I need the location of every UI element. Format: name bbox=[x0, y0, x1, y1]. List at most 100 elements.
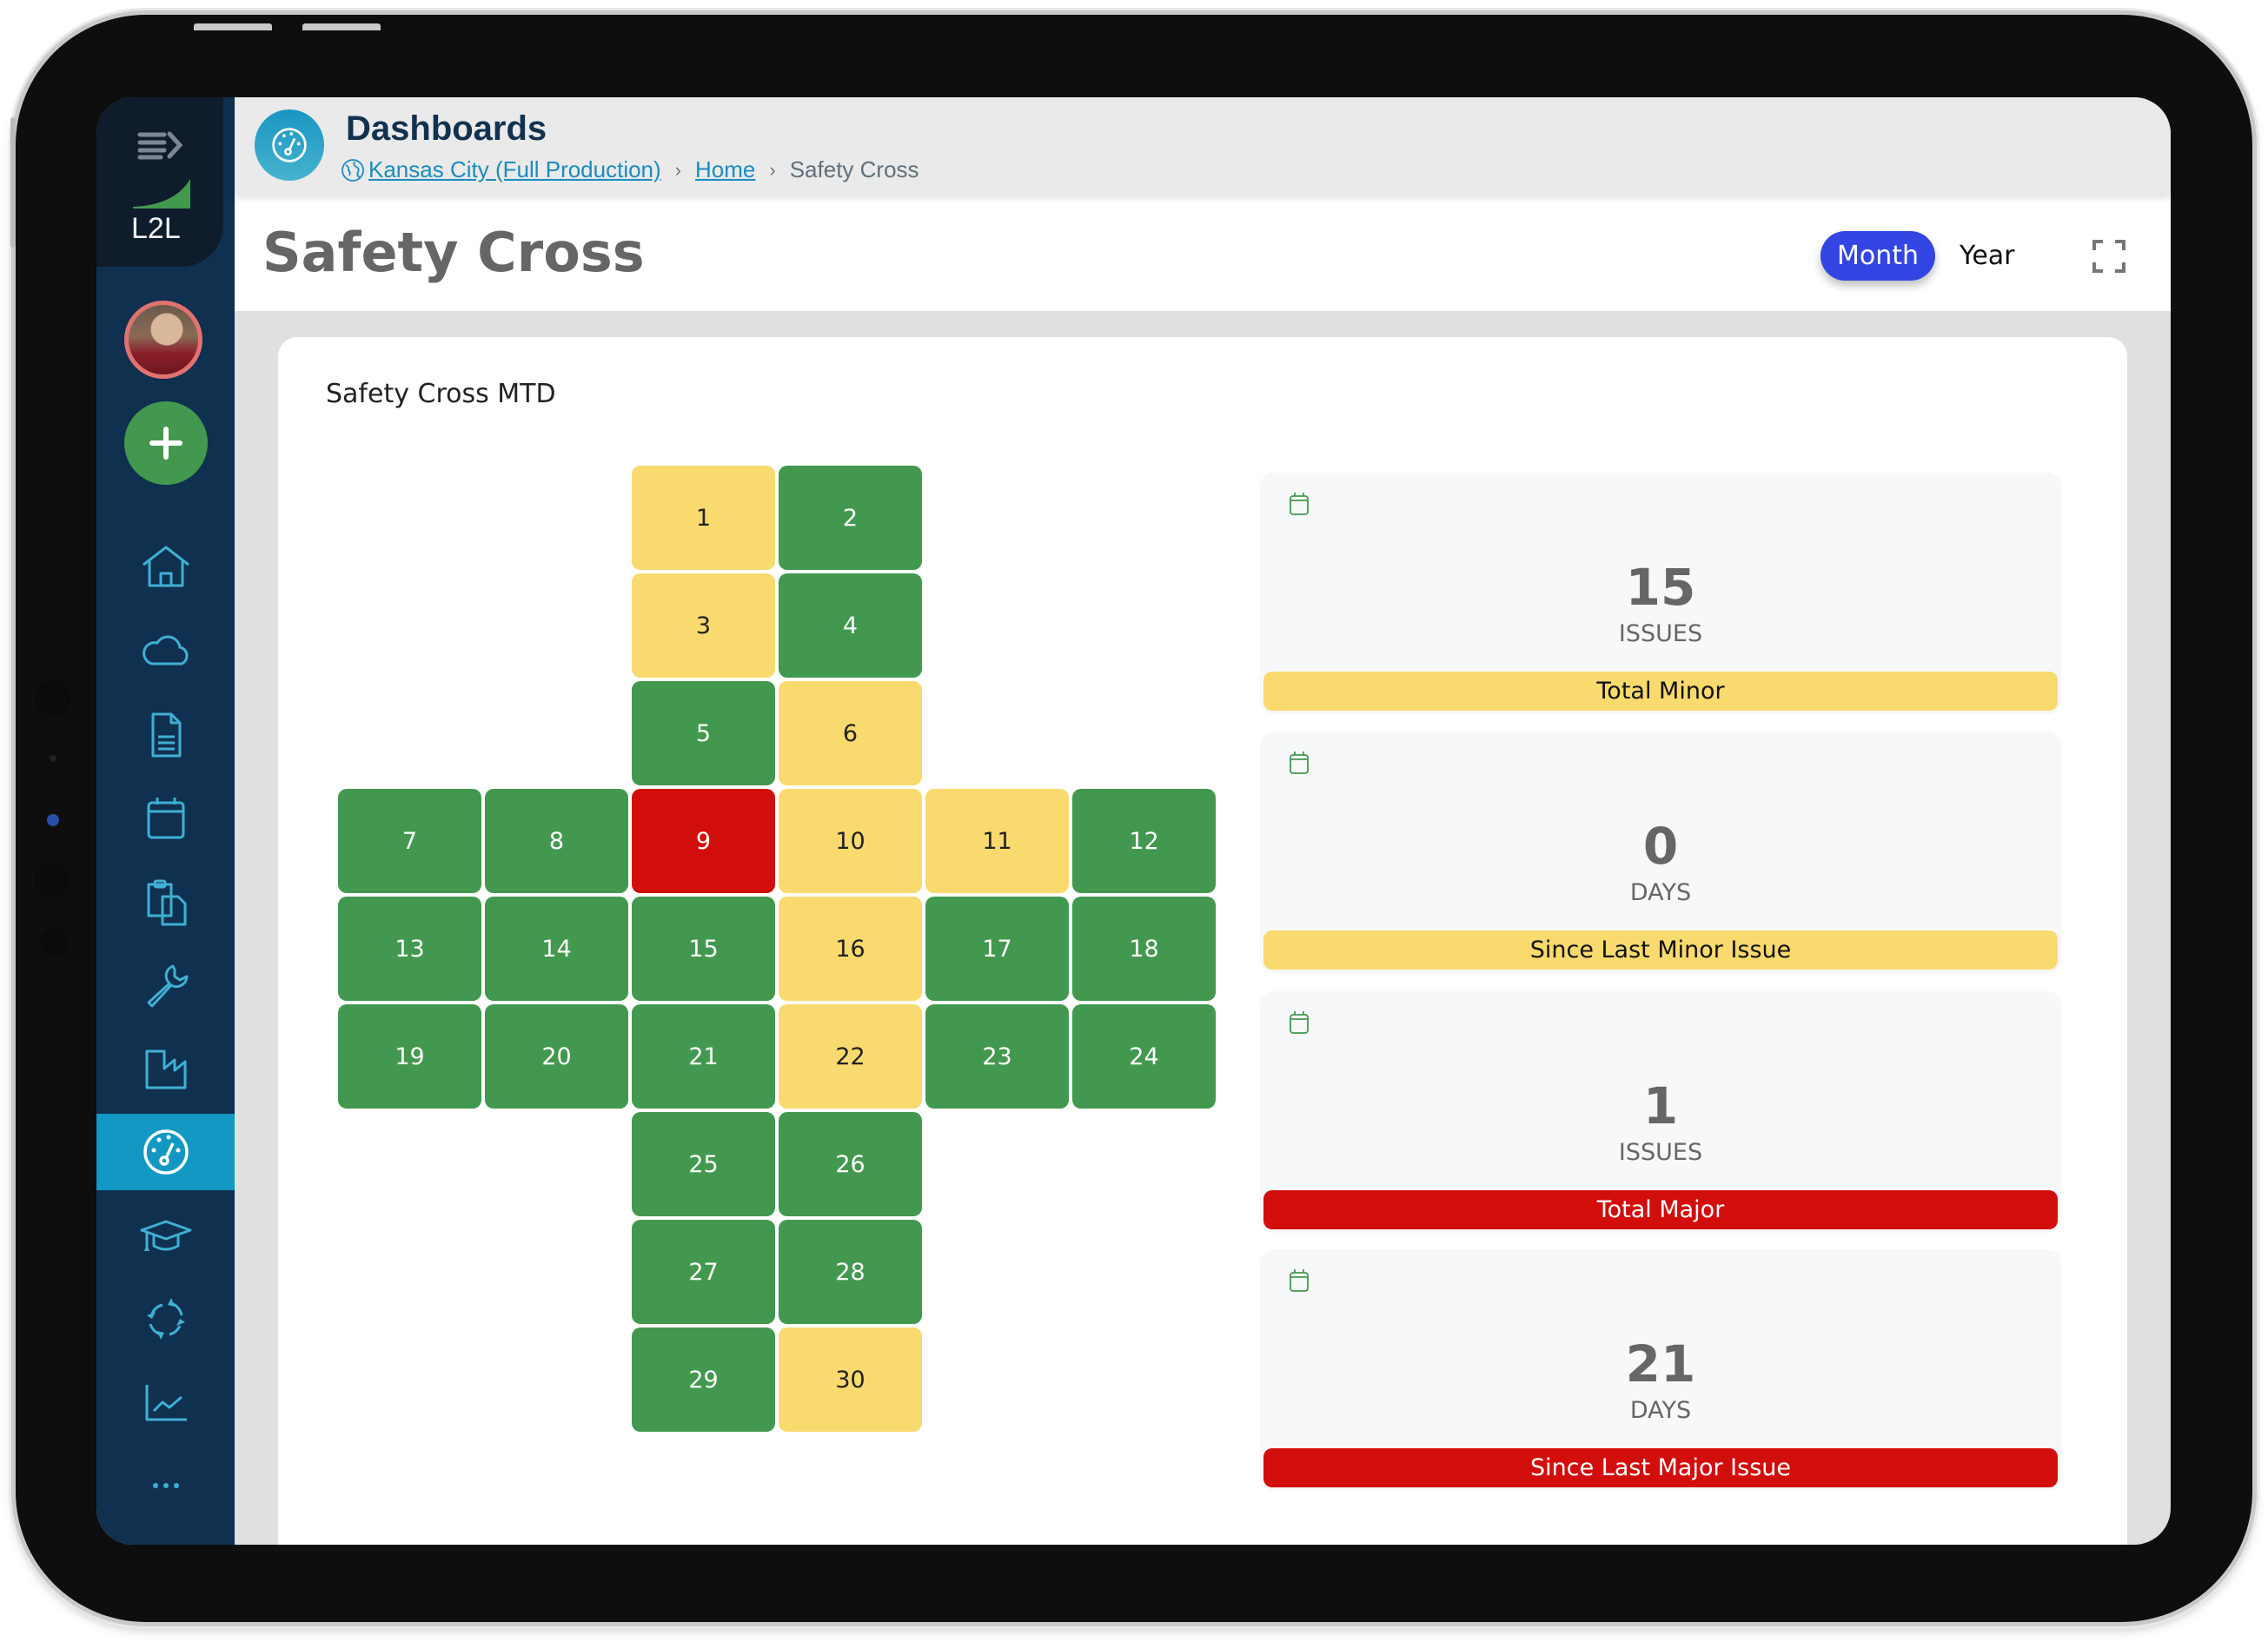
stat-label: Since Last Major Issue bbox=[1263, 1448, 2058, 1487]
day-cell-3[interactable]: 3 bbox=[632, 573, 775, 678]
calendar-icon bbox=[1290, 493, 1309, 515]
breadcrumb-current: Safety Cross bbox=[789, 156, 919, 182]
add-button[interactable] bbox=[124, 401, 208, 485]
day-cell-6[interactable]: 6 bbox=[779, 681, 922, 785]
menu-expand-icon[interactable] bbox=[136, 130, 185, 160]
line-chart-icon bbox=[145, 1385, 187, 1421]
breadcrumb-separator: › bbox=[674, 158, 682, 181]
day-cell-23[interactable]: 23 bbox=[925, 1004, 1069, 1109]
document-icon bbox=[151, 712, 181, 758]
day-cell-12[interactable]: 12 bbox=[1072, 789, 1216, 893]
app-screen: L2L Dashboards Kansas City (Full Product… bbox=[96, 97, 2171, 1545]
day-cell-19[interactable]: 19 bbox=[338, 1004, 481, 1109]
graduation-cap-icon bbox=[140, 1220, 191, 1251]
sensor bbox=[35, 863, 70, 897]
sidebar-item-dashboards[interactable] bbox=[96, 1114, 235, 1190]
day-cell-27[interactable]: 27 bbox=[632, 1220, 775, 1324]
sidebar-item-home[interactable] bbox=[96, 530, 235, 606]
day-cell-26[interactable]: 26 bbox=[779, 1112, 922, 1216]
period-year-button[interactable]: Year bbox=[1960, 231, 2015, 281]
app-header: Dashboards Kansas City (Full Production)… bbox=[235, 97, 2171, 195]
day-cell-28[interactable]: 28 bbox=[779, 1220, 922, 1324]
day-cell-21[interactable]: 21 bbox=[632, 1004, 775, 1109]
clipboard-icon bbox=[147, 879, 186, 926]
card-title: Safety Cross MTD bbox=[326, 379, 556, 409]
front-camera bbox=[47, 814, 59, 826]
day-cell-4[interactable]: 4 bbox=[779, 573, 922, 678]
day-cell-20[interactable]: 20 bbox=[485, 1004, 628, 1109]
globe-icon bbox=[342, 158, 364, 182]
sensor bbox=[40, 928, 68, 956]
sidebar-item-more[interactable] bbox=[96, 1447, 235, 1524]
page-title: Safety Cross bbox=[262, 221, 645, 284]
volume-button bbox=[194, 23, 272, 30]
day-cell-11[interactable]: 11 bbox=[925, 789, 1069, 893]
sidebar-item-documents[interactable] bbox=[96, 697, 235, 773]
section-title: Dashboards bbox=[346, 109, 547, 148]
period-month-button[interactable]: Month bbox=[1820, 231, 1935, 281]
breadcrumb-site-link[interactable]: Kansas City (Full Production) bbox=[368, 156, 661, 183]
day-cell-1[interactable]: 1 bbox=[632, 466, 775, 570]
day-cell-25[interactable]: 25 bbox=[632, 1112, 775, 1216]
breadcrumb-home-link[interactable]: Home bbox=[695, 156, 755, 183]
user-avatar[interactable] bbox=[124, 301, 202, 379]
day-cell-29[interactable]: 29 bbox=[632, 1328, 775, 1432]
dashboard-gauge-icon bbox=[272, 128, 307, 162]
stat-value: 0 bbox=[1642, 817, 1679, 876]
day-cell-9[interactable]: 9 bbox=[632, 789, 775, 893]
sidebar-item-production[interactable] bbox=[96, 1030, 235, 1107]
stat-label: Total Major bbox=[1263, 1190, 2058, 1229]
sidebar-item-maintenance[interactable] bbox=[96, 947, 235, 1023]
day-cell-17[interactable]: 17 bbox=[925, 897, 1069, 1001]
sidebar-item-cloud[interactable] bbox=[96, 613, 235, 690]
sidebar: L2L bbox=[96, 97, 235, 1545]
day-cell-14[interactable]: 14 bbox=[485, 897, 628, 1001]
fullscreen-icon[interactable] bbox=[2092, 240, 2125, 273]
l2l-logo: L2L bbox=[131, 177, 194, 243]
day-cell-13[interactable]: 13 bbox=[338, 897, 481, 1001]
dashboard-gauge-icon bbox=[143, 1129, 189, 1175]
day-cell-22[interactable]: 22 bbox=[779, 1004, 922, 1109]
day-cell-15[interactable]: 15 bbox=[632, 897, 775, 1001]
day-cell-30[interactable]: 30 bbox=[779, 1328, 922, 1432]
logo-area: L2L bbox=[96, 97, 223, 267]
breadcrumb-separator: › bbox=[769, 158, 776, 181]
stat-label: Total Minor bbox=[1263, 672, 2058, 711]
cycle-arrows-icon bbox=[146, 1298, 185, 1340]
sensor bbox=[35, 679, 71, 716]
stat-card-total-major: 1 ISSUES Total Major bbox=[1260, 991, 2061, 1233]
sidebar-item-calendar[interactable] bbox=[96, 780, 235, 857]
stat-unit: ISSUES bbox=[1618, 620, 1703, 647]
sidebar-item-training[interactable] bbox=[96, 1197, 235, 1274]
section-icon bbox=[255, 109, 324, 181]
day-cell-10[interactable]: 10 bbox=[779, 789, 922, 893]
stat-card-total-minor: 15 ISSUES Total Minor bbox=[1260, 473, 2061, 714]
stat-card-since-last-minor: 0 DAYS Since Last Minor Issue bbox=[1260, 732, 2061, 973]
day-cell-24[interactable]: 24 bbox=[1072, 1004, 1216, 1109]
logo-text: L2L bbox=[131, 212, 181, 245]
stat-value: 15 bbox=[1625, 558, 1696, 617]
calendar-icon bbox=[1290, 1011, 1309, 1034]
day-cell-2[interactable]: 2 bbox=[779, 466, 922, 570]
plus-icon bbox=[149, 427, 182, 460]
stat-value: 1 bbox=[1642, 1076, 1679, 1135]
more-dots-icon bbox=[152, 1483, 179, 1488]
safety-cross-card: Safety Cross MTD 15 ISSUES Total Minor 0… bbox=[278, 337, 2127, 1545]
day-cell-7[interactable]: 7 bbox=[338, 789, 481, 893]
day-cell-16[interactable]: 16 bbox=[779, 897, 922, 1001]
sidebar-item-reports[interactable] bbox=[96, 1364, 235, 1440]
stat-card-since-last-major: 21 DAYS Since Last Major Issue bbox=[1260, 1249, 2061, 1491]
sidebar-item-continuous-improvement[interactable] bbox=[96, 1281, 235, 1357]
day-cell-18[interactable]: 18 bbox=[1072, 897, 1216, 1001]
breadcrumb: Kansas City (Full Production) › Home › S… bbox=[341, 156, 919, 183]
cloud-icon bbox=[142, 635, 189, 665]
volume-button bbox=[302, 23, 381, 30]
calendar-icon bbox=[147, 798, 184, 839]
sensor bbox=[50, 755, 56, 762]
stat-label: Since Last Minor Issue bbox=[1263, 930, 2058, 970]
stat-unit: DAYS bbox=[1629, 1397, 1692, 1424]
day-cell-8[interactable]: 8 bbox=[485, 789, 628, 893]
sidebar-item-clipboard[interactable] bbox=[96, 864, 235, 940]
day-cell-5[interactable]: 5 bbox=[632, 681, 775, 785]
stat-value: 21 bbox=[1625, 1334, 1696, 1394]
